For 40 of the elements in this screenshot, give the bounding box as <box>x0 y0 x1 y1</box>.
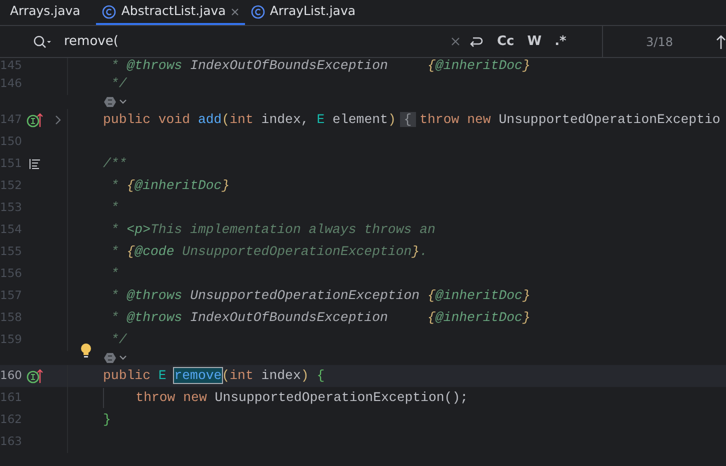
implements-marker-icon[interactable] <box>26 368 44 384</box>
code-line: */ <box>110 75 127 94</box>
search-icon[interactable] <box>33 34 51 48</box>
editor-tab[interactable]: AbstractList.java <box>96 0 245 25</box>
class-c-icon <box>102 4 116 18</box>
editor-tab[interactable]: ArrayList.java <box>244 0 362 25</box>
editor-tab[interactable]: Arrays.java <box>10 0 86 25</box>
search-option-button[interactable]: .* <box>550 32 572 52</box>
code-line: } <box>103 411 111 430</box>
code-line: throw new UnsupportedOperationException(); <box>103 388 468 408</box>
class-c-icon <box>250 4 265 18</box>
code-line: public void add(int index, E element) { throw new UnsupportedOperationExceptio <box>103 111 720 130</box>
search-option-button[interactable]: Cc <box>492 32 520 52</box>
code-line: * <box>110 265 119 284</box>
search-field[interactable]: remove( <box>64 32 464 52</box>
close-icon[interactable] <box>230 8 239 16</box>
chevron-down-icon[interactable] <box>119 355 127 361</box>
hexagon-icon[interactable] <box>103 352 117 364</box>
clear-icon[interactable] <box>451 37 460 46</box>
chevron-right-icon[interactable] <box>54 115 60 125</box>
match-count: 3/18 <box>646 34 673 50</box>
code-line: * @throws UnsupportedOperationException {@inheritDoc} <box>110 287 530 306</box>
code-line: * {@inheritDoc} <box>110 177 230 196</box>
newline-icon[interactable] <box>468 34 484 48</box>
search-option-button[interactable]: W <box>522 32 547 52</box>
code-line: * @throws IndexOutOfBoundsException {@inheritDoc} <box>110 58 530 75</box>
code-line: */ <box>110 331 127 350</box>
code-line: * <box>110 199 119 218</box>
code-line: * @throws IndexOutOfBoundsException {@inheritDoc} <box>110 309 530 328</box>
chevron-down-icon[interactable] <box>119 99 127 105</box>
line-number: 160 <box>0 367 22 384</box>
arrow-up-icon[interactable] <box>716 34 726 48</box>
code-line: * {@code UnsupportedOperationException}. <box>110 243 428 262</box>
code-line: public E remove(int index) { <box>103 367 325 386</box>
implements-marker-icon[interactable] <box>26 112 44 128</box>
hexagon-icon[interactable] <box>103 96 117 108</box>
lightbulb-icon[interactable] <box>80 343 92 359</box>
code-line: /** <box>103 155 127 174</box>
rendered-doc-icon[interactable] <box>29 159 41 169</box>
code-line: * <p>This implementation always throws an <box>110 221 436 240</box>
